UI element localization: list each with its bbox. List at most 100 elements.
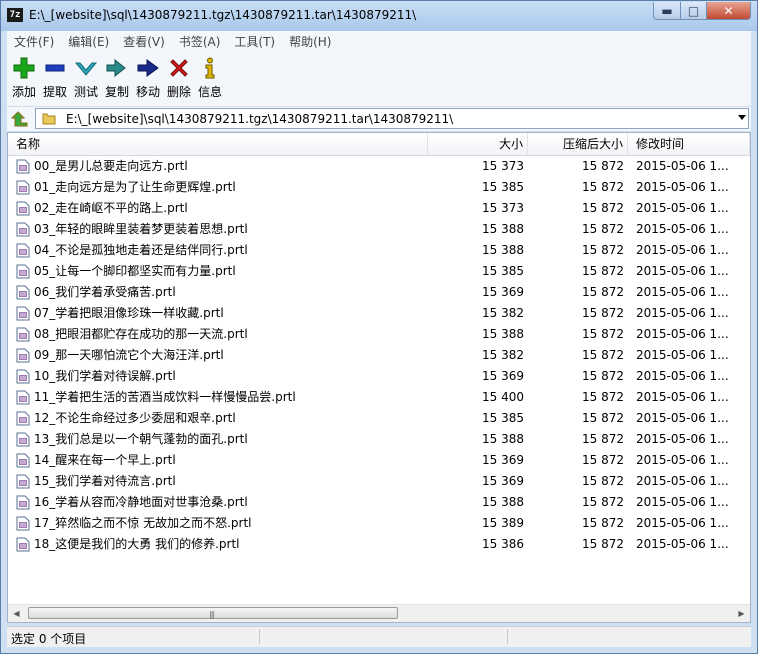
file-modified: 2015-05-06 1... (636, 411, 728, 425)
table-row[interactable]: 15_我们学着对待流言.prtl 15 369 15 872 2015-05-06 1… (8, 471, 750, 492)
file-packed-size: 15 872 (582, 201, 624, 215)
file-modified: 2015-05-06 1... (636, 390, 728, 404)
minimize-button[interactable]: ▬ (653, 2, 681, 20)
file-size: 15 385 (482, 264, 524, 278)
file-packed-size: 15 872 (582, 411, 624, 425)
table-row[interactable]: 18_这便是我们的大勇 我们的修养.prtl 15 386 15 872 2015-0… (8, 534, 750, 555)
file-icon (16, 390, 30, 405)
test-button[interactable]: 测试 (71, 55, 101, 100)
file-modified: 2015-05-06 1... (636, 222, 728, 236)
address-dropdown-icon[interactable] (738, 115, 746, 120)
delete-button[interactable]: 删除 (164, 55, 194, 100)
maximize-button[interactable]: □ (681, 2, 707, 20)
close-button[interactable]: ✕ (707, 2, 751, 20)
menu-view[interactable]: 查看(V) (116, 33, 172, 50)
move-button[interactable]: 移动 (133, 55, 163, 100)
toolbar: 添加 提取 测试 复制 移动 删除 信息 (7, 51, 751, 107)
scroll-thumb[interactable]: ||| (28, 607, 398, 619)
column-modified[interactable]: 修改时间 (628, 133, 750, 155)
table-row[interactable]: 05_让每一个脚印都坚实而有力量.prtl 15 385 15 872 2015-05… (8, 261, 750, 282)
column-size[interactable]: 大小 (428, 133, 528, 155)
menu-bookmarks[interactable]: 书签(A) (172, 33, 228, 50)
scroll-grip-icon: ||| (209, 610, 215, 619)
delete-label: 删除 (166, 85, 191, 99)
file-name: 02_走在崎岖不平的路上.prtl (34, 201, 188, 215)
file-modified: 2015-05-06 1... (636, 306, 728, 320)
file-icon (16, 285, 30, 300)
file-size: 15 382 (482, 306, 524, 320)
column-header: 名称 大小 压缩后大小 修改时间 (8, 133, 750, 156)
file-name: 10_我们学着对待误解.prtl (34, 369, 176, 383)
menu-file[interactable]: 文件(F) (7, 33, 61, 50)
file-name: 03_年轻的眼眸里装着梦更装着思想.prtl (34, 222, 248, 236)
table-row[interactable]: 10_我们学着对待误解.prtl 15 369 15 872 2015-05-06 1… (8, 366, 750, 387)
file-size: 15 373 (482, 201, 524, 215)
file-list[interactable]: 名称 大小 压缩后大小 修改时间 00_是男儿总要走向远方.prtl 15 373… (7, 132, 751, 623)
table-row[interactable]: 04_不论是孤独地走着还是结伴同行.prtl 15 388 15 872 2015-0… (8, 240, 750, 261)
add-label: 添加 (11, 85, 36, 99)
file-packed-size: 15 872 (582, 159, 624, 173)
file-modified: 2015-05-06 1... (636, 474, 728, 488)
table-row[interactable]: 02_走在崎岖不平的路上.prtl 15 373 15 872 2015-05-06 … (8, 198, 750, 219)
table-row[interactable]: 00_是男儿总要走向远方.prtl 15 373 15 872 2015-05-06 … (8, 156, 750, 177)
table-row[interactable]: 17_猝然临之而不惊 无故加之而不怒.prtl 15 389 15 872 2015-… (8, 513, 750, 534)
app-icon: 7z (7, 8, 23, 22)
column-name[interactable]: 名称 (8, 133, 428, 155)
file-name: 16_学着从容而冷静地面对世事沧桑.prtl (34, 495, 248, 509)
window-title: E:\_[website]\sql\1430879211.tgz\1430879… (29, 8, 417, 22)
menu-help[interactable]: 帮助(H) (282, 33, 338, 50)
file-icon (16, 264, 30, 279)
file-size: 15 369 (482, 285, 524, 299)
table-row[interactable]: 01_走向远方是为了让生命更辉煌.prtl 15 385 15 872 2015-05… (8, 177, 750, 198)
file-modified: 2015-05-06 1... (636, 243, 728, 257)
file-packed-size: 15 872 (582, 306, 624, 320)
minus-icon (45, 64, 65, 72)
file-modified: 2015-05-06 1... (636, 348, 728, 362)
file-modified: 2015-05-06 1... (636, 516, 728, 530)
table-row[interactable]: 08_把眼泪都贮存在成功的那一天流.prtl 15 388 15 872 2015-0… (8, 324, 750, 345)
menu-bar: 文件(F) 编辑(E) 查看(V) 书签(A) 工具(T) 帮助(H) (7, 31, 751, 51)
table-row[interactable]: 14_醒来在每一个早上.prtl 15 369 15 872 2015-05-06 1… (8, 450, 750, 471)
scroll-right-button[interactable]: ▶ (733, 605, 750, 622)
column-packed-size[interactable]: 压缩后大小 (528, 133, 628, 155)
table-row[interactable]: 12_不论生命经过多少委屈和艰辛.prtl 15 385 15 872 2015-05… (8, 408, 750, 429)
address-field[interactable]: E:\_[website]\sql\1430879211.tgz\1430879… (35, 108, 749, 129)
file-icon (16, 306, 30, 321)
file-icon (16, 537, 30, 552)
info-button[interactable]: 信息 (195, 55, 225, 100)
scroll-left-button[interactable]: ◀ (8, 605, 25, 622)
file-icon (16, 243, 30, 258)
copy-label: 复制 (104, 85, 129, 99)
file-icon (16, 159, 30, 174)
file-packed-size: 15 872 (582, 180, 624, 194)
file-icon (16, 180, 30, 195)
menu-edit[interactable]: 编辑(E) (61, 33, 116, 50)
file-icon (16, 327, 30, 342)
extract-label: 提取 (42, 85, 67, 99)
table-row[interactable]: 11_学着把生活的苦酒当成饮料一样慢慢品尝.prtl 15 400 15 872 20… (8, 387, 750, 408)
table-row[interactable]: 13_我们总是以一个朝气蓬勃的面孔.prtl 15 388 15 872 2015-0… (8, 429, 750, 450)
app-window: 7z E:\_[website]\sql\1430879211.tgz\1430… (0, 0, 758, 654)
table-row[interactable]: 03_年轻的眼眸里装着梦更装着思想.prtl 15 388 15 872 2015-0… (8, 219, 750, 240)
file-modified: 2015-05-06 1... (636, 264, 728, 278)
file-icon (16, 453, 30, 468)
table-row[interactable]: 09_那一天哪怕流它个大海汪洋.prtl 15 382 15 872 2015-05-… (8, 345, 750, 366)
title-bar[interactable]: 7z E:\_[website]\sql\1430879211.tgz\1430… (1, 1, 757, 31)
table-row[interactable]: 16_学着从容而冷静地面对世事沧桑.prtl 15 388 15 872 2015-0… (8, 492, 750, 513)
file-packed-size: 15 872 (582, 369, 624, 383)
add-button[interactable]: 添加 (9, 55, 39, 100)
extract-button[interactable]: 提取 (40, 55, 70, 100)
file-size: 15 386 (482, 537, 524, 551)
file-size: 15 369 (482, 474, 524, 488)
table-row[interactable]: 06_我们学着承受痛苦.prtl 15 369 15 872 2015-05-06 1… (8, 282, 750, 303)
menu-tools[interactable]: 工具(T) (227, 33, 282, 50)
file-name: 18_这便是我们的大勇 我们的修养.prtl (34, 537, 240, 551)
file-name: 09_那一天哪怕流它个大海汪洋.prtl (34, 348, 224, 362)
table-row[interactable]: 07_学着把眼泪像珍珠一样收藏.prtl 15 382 15 872 2015-05-… (8, 303, 750, 324)
status-text: 选定 0 个项目 (11, 632, 87, 646)
up-folder-button[interactable] (10, 110, 29, 128)
file-modified: 2015-05-06 1... (636, 432, 728, 446)
horizontal-scrollbar[interactable]: ◀ ||| ▶ (8, 604, 750, 622)
copy-button[interactable]: 复制 (102, 55, 132, 100)
file-icon (16, 222, 30, 237)
